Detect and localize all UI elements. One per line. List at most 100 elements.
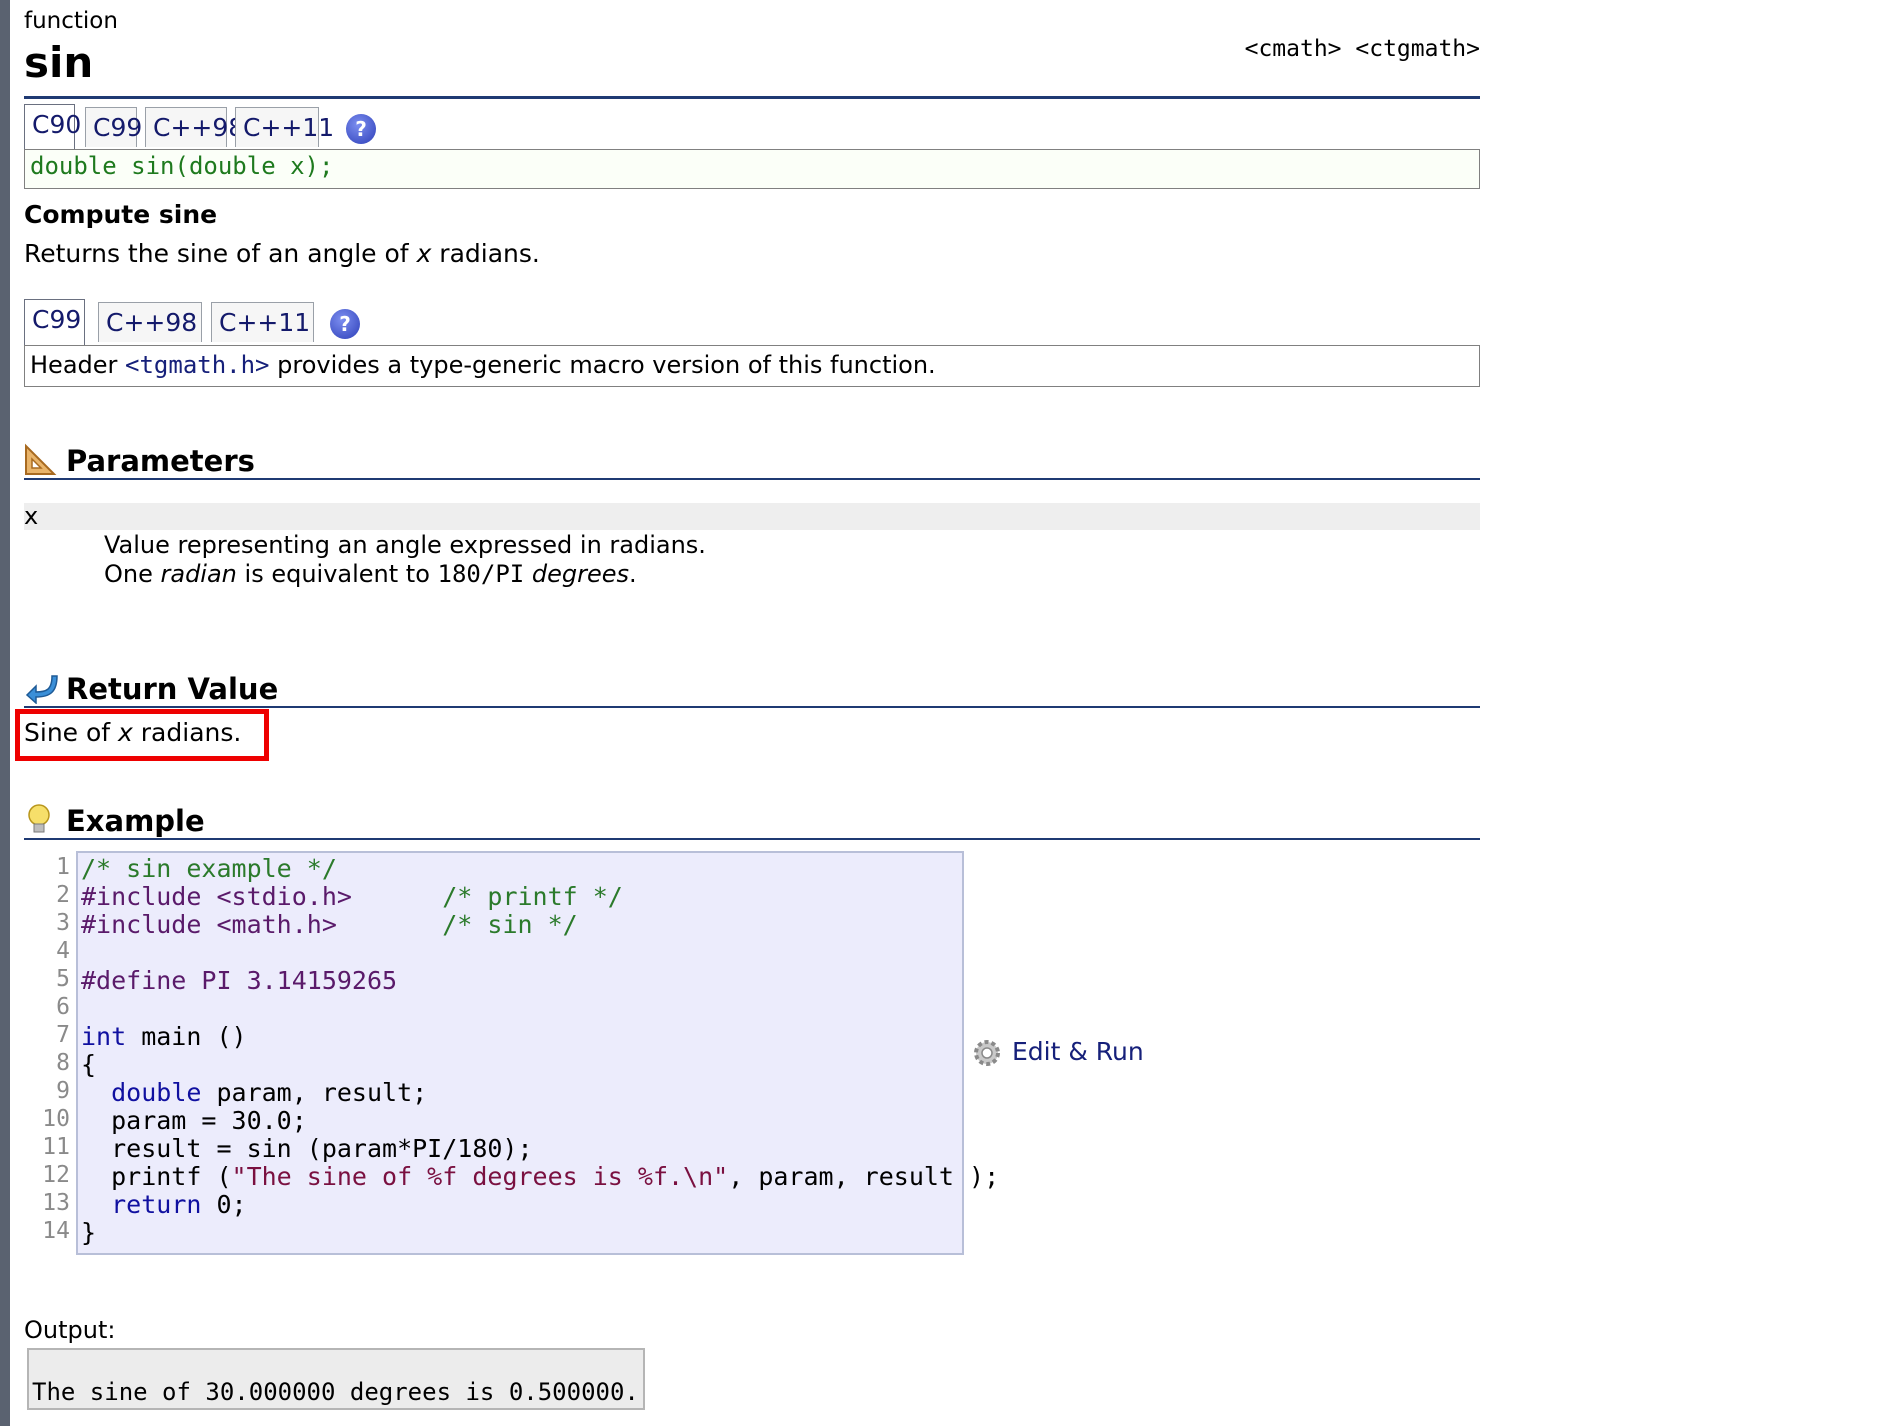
code-include: #include <math.h>	[81, 910, 337, 939]
code-line: printf ("The sine of %f degrees is %f.\n…	[81, 1162, 999, 1191]
param-desc-d: .	[629, 560, 637, 588]
example-heading: Example	[24, 800, 1480, 840]
code-line: #include <stdio.h> /* printf */	[81, 883, 962, 911]
line-number: 9	[56, 1078, 70, 1104]
generic-note-a: Header	[30, 351, 126, 379]
code-line: return 0;	[81, 1191, 962, 1219]
line-number: 10	[42, 1106, 70, 1132]
code-text: printf (	[81, 1162, 232, 1191]
code-keyword: int	[81, 1022, 127, 1051]
code-text: {	[81, 1050, 97, 1079]
line-number: 14	[42, 1218, 70, 1244]
param-desc-line1: Value representing an angle expressed in…	[104, 531, 706, 559]
code-keyword: double	[111, 1078, 202, 1107]
parameters-heading: Parameters	[24, 440, 1480, 480]
generic-tabs: C99 C++98 C++11 ?	[24, 299, 1480, 345]
line-number: 7	[56, 1022, 70, 1048]
code-comment: /* printf */	[351, 882, 623, 911]
code-block[interactable]: /* sin example */#include <stdio.h> /* p…	[76, 851, 999, 1255]
line-number: 13	[42, 1190, 70, 1216]
param-desc-radian: radian	[160, 560, 237, 588]
param-desc-a: One	[104, 560, 161, 588]
return-value-heading: Return Value	[24, 668, 1480, 708]
header-files: <cmath> <ctgmath>	[1244, 36, 1480, 62]
param-desc-line2: One radian is equivalent to 180/PI degre…	[104, 560, 706, 589]
param-desc-degrees: degrees	[531, 560, 630, 588]
code-line: /* sin example */	[81, 855, 962, 883]
code-string: "The sine of %f degrees is %f.\n"	[231, 1162, 729, 1191]
tab-cpp11[interactable]: C++11	[235, 107, 334, 147]
code-line: #include <math.h> /* sin */	[81, 911, 962, 939]
help-icon[interactable]: ?	[346, 114, 376, 144]
line-number: 8	[56, 1050, 70, 1076]
entity-kind: function	[24, 8, 118, 34]
highlight-annotation	[15, 709, 269, 761]
line-number: 11	[42, 1134, 70, 1160]
edit-and-run-label[interactable]: Edit & Run	[1012, 1037, 1144, 1066]
page-title: sin	[24, 38, 94, 87]
summary-text-a: Returns the sine of an angle of	[24, 239, 417, 268]
parameters-label: Parameters	[66, 444, 255, 478]
tab-c90[interactable]: C90	[24, 104, 81, 150]
line-number: 12	[42, 1162, 70, 1188]
return-arrow-icon	[25, 675, 58, 704]
line-number: 3	[56, 910, 70, 936]
param-desc-c	[524, 560, 532, 588]
param-description: Value representing an angle expressed in…	[104, 531, 706, 589]
tab-cpp98-generic[interactable]: C++98	[98, 302, 202, 342]
example-label: Example	[66, 804, 205, 838]
code-text: }	[81, 1218, 97, 1247]
param-desc-b: is equivalent to	[236, 560, 438, 588]
line-number: 4	[56, 938, 70, 964]
generic-note-box: Header <tgmath.h> provides a type-generi…	[24, 345, 1480, 387]
tab-cpp98[interactable]: C++98	[145, 107, 244, 147]
code-comment: /* sin example */	[81, 854, 337, 883]
code-text: param = 30.0;	[81, 1106, 307, 1135]
code-keyword: return	[111, 1190, 202, 1219]
ruler-triangle-icon	[25, 443, 57, 475]
param-desc-code: 180/PI	[437, 560, 525, 588]
output-label: Output:	[24, 1316, 116, 1344]
code-text: 0;	[201, 1190, 247, 1219]
code-line: #define PI 3.14159265	[81, 967, 962, 995]
param-name-row: x	[24, 502, 1480, 530]
summary-text: Returns the sine of an angle of x radian…	[24, 239, 540, 268]
generic-note-b: provides a type-generic macro version of…	[269, 351, 936, 379]
prototype-box: double sin(double x);	[24, 149, 1480, 189]
code-line: }	[81, 1219, 962, 1247]
summary-param: x	[416, 239, 432, 268]
prototype-tabs: C90 C99 C++98 C++11 ?	[24, 104, 1480, 150]
return-value-divider	[24, 706, 1480, 708]
gear-icon	[974, 1040, 1000, 1066]
tab-cpp11-generic[interactable]: C++11	[211, 302, 314, 342]
param-name: x	[24, 502, 39, 530]
output-box: The sine of 30.000000 degrees is 0.50000…	[27, 1348, 645, 1410]
code-text: main ()	[126, 1022, 247, 1051]
help-icon-2[interactable]: ?	[330, 309, 360, 339]
tgmath-link[interactable]: <tgmath.h>	[125, 351, 270, 379]
code-define: #define PI 3.14159265	[81, 966, 398, 995]
code-comment: /* sin */	[336, 910, 578, 939]
tab-c99[interactable]: C99	[85, 107, 142, 147]
code-text: result = sin (param*PI/180);	[81, 1134, 533, 1163]
code-line: {	[81, 1051, 962, 1079]
tab-c99-generic[interactable]: C99	[24, 299, 85, 345]
code-line: int main ()	[81, 1023, 962, 1051]
code-text: , param, result );	[728, 1162, 1000, 1191]
function-prototype: double sin(double x);	[30, 152, 334, 180]
title-divider	[24, 96, 1480, 99]
example-divider	[24, 838, 1480, 840]
line-numbers: 1 2 3 4 5 6 7 8 9 10 11 12 13 14	[24, 853, 70, 1245]
code-line: param = 30.0;	[81, 1107, 962, 1135]
line-number: 2	[56, 882, 70, 908]
code-include: #include <stdio.h>	[81, 882, 352, 911]
parameters-divider	[24, 478, 1480, 480]
line-number: 6	[56, 994, 70, 1020]
window-left-edge	[0, 0, 10, 1426]
code-line: result = sin (param*PI/180);	[81, 1135, 962, 1163]
summary-title: Compute sine	[24, 200, 218, 229]
